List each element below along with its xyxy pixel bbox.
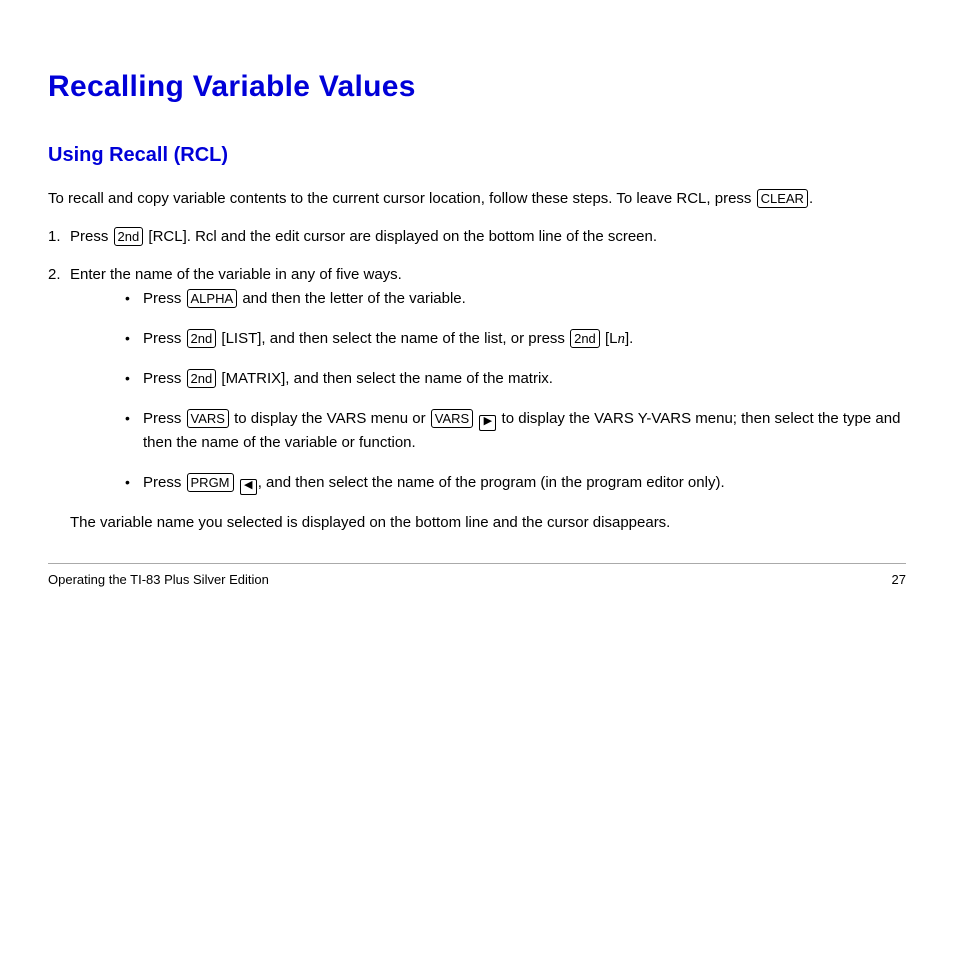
option-vars: Press VARS to display the VARS menu or V…: [125, 407, 906, 455]
second-key: 2nd: [114, 227, 144, 246]
option-list: Press 2nd [LIST], and then select the na…: [125, 327, 906, 351]
steps-list: Press 2nd [RCL]. Rcl and the edit cursor…: [48, 225, 906, 535]
options-list: Press ALPHA and then the letter of the v…: [125, 287, 906, 495]
alpha-key: ALPHA: [187, 289, 238, 308]
step-1: Press 2nd [RCL]. Rcl and the edit cursor…: [48, 225, 906, 249]
section-subhead: Using Recall (RCL): [48, 144, 906, 167]
option-prgm: Press PRGM ◀, and then select the name o…: [125, 471, 906, 495]
arrow-right-icon: ▶: [479, 415, 496, 431]
footer-right: 27: [892, 572, 906, 587]
clear-key: CLEAR: [757, 189, 808, 208]
vars-key: VARS: [431, 409, 473, 428]
arrow-left-icon: ◀: [240, 479, 257, 495]
vars-key: VARS: [187, 409, 229, 428]
option-alpha: Press ALPHA and then the letter of the v…: [125, 287, 906, 311]
footer-left: Operating the TI-83 Plus Silver Edition: [48, 572, 269, 587]
page-title: Recalling Variable Values: [48, 70, 906, 104]
step2-tail: The variable name you selected is displa…: [70, 511, 906, 535]
second-key: 2nd: [570, 329, 600, 348]
second-key: 2nd: [187, 369, 217, 388]
step-2: Enter the name of the variable in any of…: [48, 263, 906, 535]
prgm-key: PRGM: [187, 473, 234, 492]
footer-rule: [48, 563, 906, 564]
second-key: 2nd: [187, 329, 217, 348]
page-footer: Operating the TI-83 Plus Silver Edition …: [48, 572, 906, 587]
intro-text: To recall and copy variable contents to …: [48, 187, 906, 211]
option-matrix: Press 2nd [MATRIX], and then select the …: [125, 367, 906, 391]
